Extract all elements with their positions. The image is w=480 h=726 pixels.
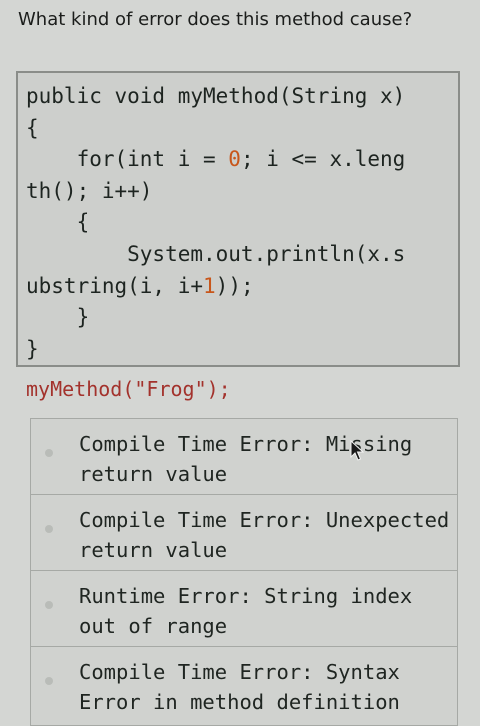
- code-block: public void myMethod(String x) { for(int…: [16, 71, 460, 367]
- code-listing: public void myMethod(String x) { for(int…: [26, 81, 405, 365]
- answer-option-label: Compile Time Error: Missing return value: [79, 432, 413, 486]
- code-line-8: }: [26, 305, 90, 330]
- number-literal-zero: 0: [228, 147, 241, 172]
- number-literal-one: 1: [203, 273, 216, 298]
- method-call: myMethod("Frog");: [26, 377, 231, 401]
- answer-option-2[interactable]: Compile Time Error: Unexpected return va…: [30, 494, 458, 570]
- answer-option-4[interactable]: Compile Time Error: Syntax Error in meth…: [30, 646, 458, 726]
- code-line-6: System.out.println(x.s: [26, 241, 406, 266]
- code-line-1: public void myMethod(String x): [26, 84, 406, 108]
- code-line-2: {: [26, 115, 39, 140]
- radio-button-icon[interactable]: [45, 601, 53, 609]
- answer-option-1[interactable]: Compile Time Error: Missing return value: [30, 418, 458, 494]
- radio-button-icon[interactable]: [45, 525, 53, 533]
- answer-options: Compile Time Error: Missing return value…: [30, 418, 458, 726]
- code-line-7: ubstring(i, i+1));: [26, 273, 254, 298]
- question-text: What kind of error does this method caus…: [18, 9, 413, 30]
- code-line-3: for(int i = 0; i <= x.leng: [26, 147, 406, 172]
- answer-option-label: Runtime Error: String index out of range: [79, 584, 413, 638]
- radio-button-icon[interactable]: [45, 677, 53, 685]
- answer-option-label: Compile Time Error: Unexpected return va…: [79, 508, 450, 562]
- code-line-5: {: [26, 210, 90, 235]
- answer-option-3[interactable]: Runtime Error: String index out of range: [30, 570, 458, 646]
- radio-button-icon[interactable]: [45, 449, 53, 457]
- mouse-pointer-icon: [350, 440, 365, 461]
- code-line-9: }: [26, 336, 39, 361]
- code-line-4: th(); i++): [26, 178, 153, 203]
- answer-option-label: Compile Time Error: Syntax Error in meth…: [79, 660, 400, 714]
